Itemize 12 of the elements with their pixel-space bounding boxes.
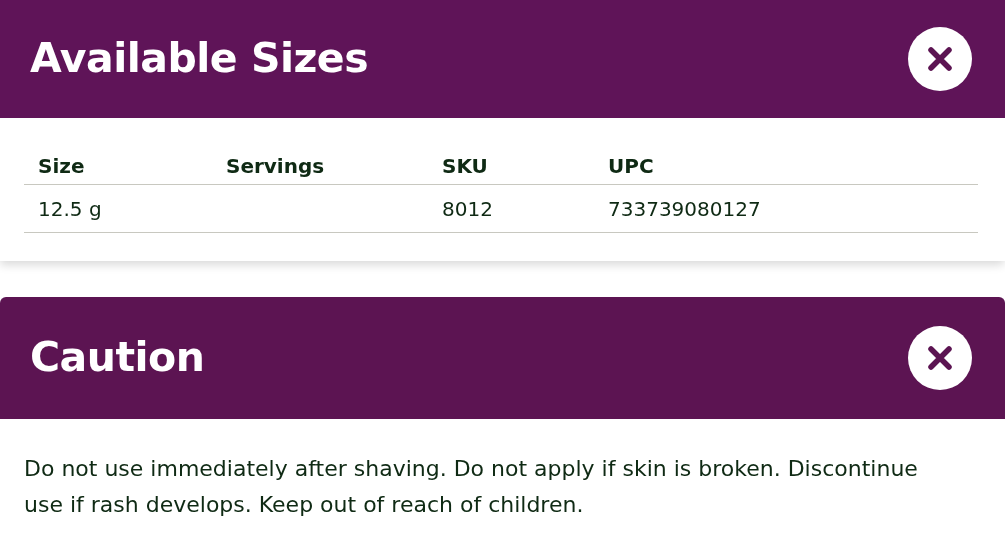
close-icon — [927, 46, 953, 72]
column-header: Servings — [225, 153, 326, 180]
column-header: SKU — [441, 153, 489, 180]
column-header: UPC — [607, 153, 655, 180]
close-icon — [927, 345, 953, 371]
table-cell: 8012 — [442, 196, 493, 221]
table-cell: 733739080127 — [608, 196, 761, 221]
table-cell: 12.5 g — [38, 196, 102, 221]
panel-title: Caution — [30, 332, 205, 384]
caution-text: Do not use immediately after shaving. Do not apply if skin is broken. Discontinue use if rash develops. Keep out of reach of children. — [23, 455, 919, 519]
column-header: Size — [37, 153, 86, 180]
panel-title: Available Sizes — [30, 33, 369, 85]
